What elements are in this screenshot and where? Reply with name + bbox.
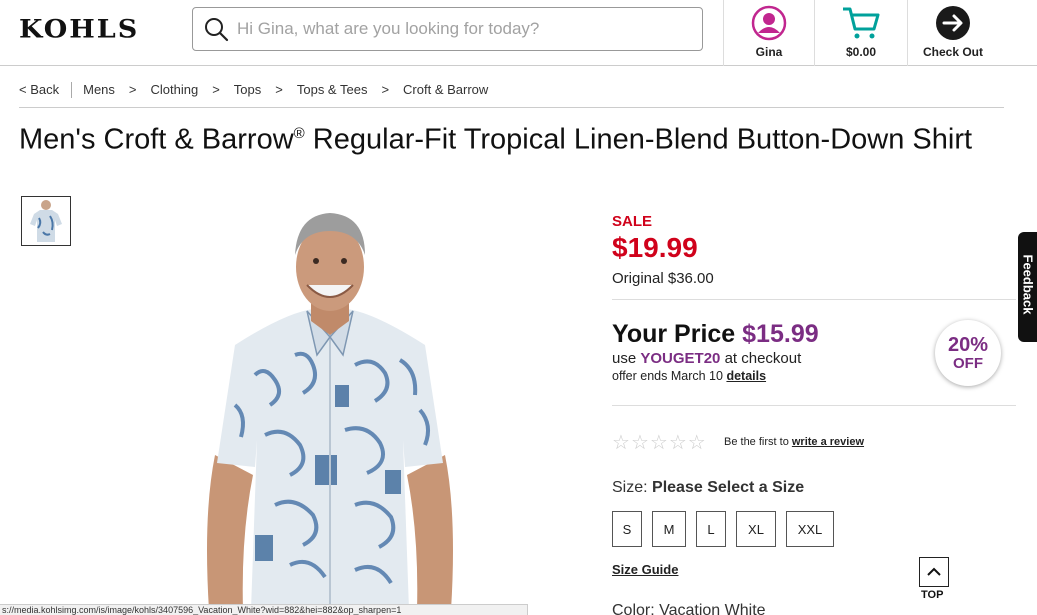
search-bar[interactable]: [192, 7, 703, 51]
color-label: Color: Vacation White: [612, 602, 766, 615]
review-prompt-text: Be the first to: [724, 436, 789, 448]
size-label-text: Size:: [612, 479, 648, 496]
site-header: KOHLS Gina $0.00: [0, 0, 1037, 66]
breadcrumb-separator: >: [275, 82, 283, 97]
size-button-xl[interactable]: XL: [736, 511, 776, 547]
account-label: Gina: [755, 45, 783, 59]
product-title-brand: Men's Croft & Barrow: [19, 123, 294, 156]
product-main-image[interactable]: [195, 205, 465, 610]
cart-icon: [843, 7, 880, 39]
breadcrumb-separator: >: [128, 82, 137, 97]
size-options: S M L XL XXL: [612, 511, 844, 547]
back-to-top-button[interactable]: [919, 557, 949, 587]
size-button-l[interactable]: L: [696, 511, 726, 547]
details-link[interactable]: details: [726, 369, 766, 383]
star-icon: ☆: [630, 432, 649, 454]
arrow-right-icon: [936, 6, 970, 40]
your-price-amount: $15.99: [742, 320, 819, 348]
rating-stars[interactable]: ☆ ☆ ☆ ☆ ☆: [612, 430, 706, 455]
star-icon: ☆: [668, 432, 687, 454]
product-title: Men's Croft & Barrow® Regular-Fit Tropic…: [19, 117, 1009, 157]
your-price: Your Price $15.99: [612, 320, 819, 349]
promo-instructions: use YOUGET20 at checkout: [612, 350, 801, 367]
checkout-button[interactable]: Check Out: [908, 0, 998, 66]
divider: [612, 405, 1016, 406]
promo-use-text: use: [612, 350, 637, 367]
promo-at-text: at checkout: [724, 350, 802, 367]
product-thumbnail[interactable]: [21, 196, 71, 246]
account-button[interactable]: Gina: [724, 0, 814, 66]
cart-total: $0.00: [845, 45, 877, 59]
breadcrumb-separator: >: [381, 82, 390, 97]
account-icon: [751, 5, 787, 41]
back-link[interactable]: < Back: [19, 82, 73, 98]
checkout-label: Check Out: [922, 45, 983, 59]
browser-status-url: s://media.kohlsimg.com/is/image/kohls/34…: [0, 604, 528, 615]
original-price: Original $36.00: [612, 270, 714, 287]
size-button-s[interactable]: S: [612, 511, 642, 547]
size-button-xxl[interactable]: XXL: [786, 511, 834, 547]
product-title-rest: Regular-Fit Tropical Linen-Blend Button-…: [304, 123, 973, 156]
search-input[interactable]: [237, 19, 677, 39]
promo-code: YOUGET20: [640, 350, 721, 367]
offer-ends-text: offer ends March 10: [612, 369, 723, 383]
size-prompt: Please Select a Size: [652, 479, 805, 496]
cart-button[interactable]: $0.00: [815, 0, 907, 66]
your-price-label: Your Price: [612, 320, 736, 348]
write-review-link[interactable]: write a review: [792, 436, 864, 448]
kohls-logo[interactable]: KOHLS: [19, 15, 139, 44]
sale-label: SALE: [612, 213, 653, 230]
registered-mark: ®: [293, 125, 305, 142]
star-icon: ☆: [649, 432, 668, 454]
size-label: Size: Please Select a Size: [612, 479, 804, 497]
size-guide-link[interactable]: Size Guide: [612, 562, 678, 577]
offer-ends: offer ends March 10 details: [612, 369, 766, 383]
breadcrumb-item-tops-tees[interactable]: Tops & Tees: [297, 82, 368, 97]
discount-percent: 20%: [947, 333, 989, 356]
feedback-label: Feedback: [1020, 254, 1036, 315]
breadcrumb-item-tops[interactable]: Tops: [234, 82, 261, 97]
star-icon: ☆: [687, 432, 706, 454]
back-to-top-label[interactable]: TOP: [921, 589, 943, 601]
feedback-tab[interactable]: Feedback: [1018, 232, 1037, 342]
sale-price: $19.99: [612, 232, 698, 263]
search-icon[interactable]: [203, 16, 229, 42]
breadcrumb: < Back Mens > Clothing > Tops > Tops & T…: [19, 82, 1004, 108]
breadcrumb-separator: >: [212, 82, 220, 97]
breadcrumb-item-croft-barrow[interactable]: Croft & Barrow: [403, 82, 488, 97]
size-button-m[interactable]: M: [652, 511, 686, 547]
discount-off-label: OFF: [953, 354, 983, 372]
star-icon: ☆: [612, 432, 630, 454]
breadcrumb-item-clothing[interactable]: Clothing: [151, 82, 199, 97]
chevron-up-icon: [927, 567, 941, 576]
divider: [612, 299, 1016, 300]
breadcrumb-item-mens[interactable]: Mens: [83, 82, 115, 97]
shirt-thumbnail-image: [30, 200, 62, 242]
discount-badge: 20% OFF: [935, 320, 1001, 386]
review-prompt: Be the first to write a review: [724, 436, 864, 448]
